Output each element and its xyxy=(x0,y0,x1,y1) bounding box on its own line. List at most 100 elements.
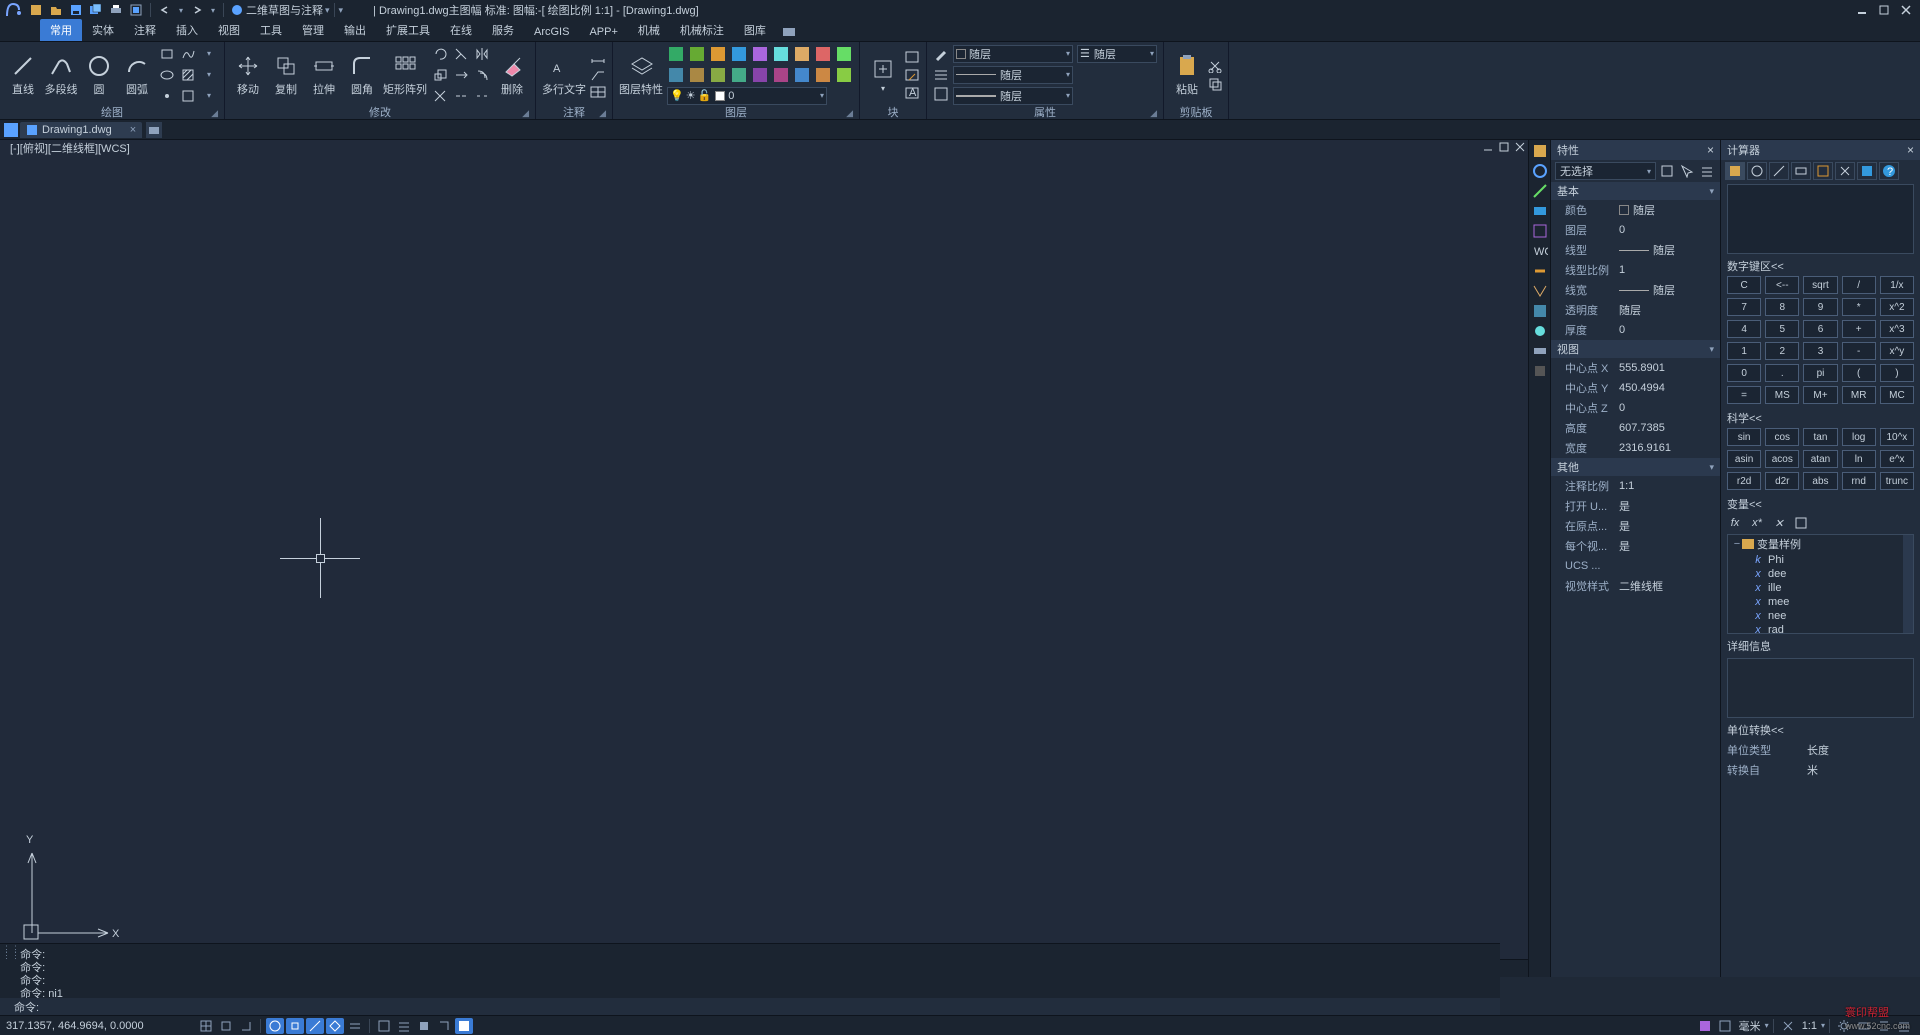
calc-key[interactable]: cos xyxy=(1765,428,1799,446)
maximize-button[interactable] xyxy=(1874,2,1894,18)
quick-select-icon[interactable] xyxy=(1678,162,1696,180)
calc-mode-icon[interactable] xyxy=(1725,162,1745,180)
property-row[interactable]: 图层0 xyxy=(1551,220,1720,240)
layer-tool-icon[interactable] xyxy=(688,66,706,84)
dd-icon[interactable]: ▾ xyxy=(200,66,218,84)
model-space-icon[interactable] xyxy=(1696,1018,1714,1034)
cut-icon[interactable] xyxy=(1208,59,1222,73)
leader-icon[interactable] xyxy=(590,68,606,82)
property-row[interactable]: 中心点 X555.8901 xyxy=(1551,358,1720,378)
selection-dropdown[interactable]: 无选择▾ xyxy=(1555,162,1656,180)
expand-icon[interactable]: ◢ xyxy=(522,108,529,119)
grid-icon[interactable] xyxy=(197,1018,215,1034)
vp-close-icon[interactable] xyxy=(1514,142,1528,154)
property-row[interactable]: 线型随层 xyxy=(1551,240,1720,260)
calc-key[interactable]: r2d xyxy=(1727,472,1761,490)
status-icon[interactable] xyxy=(395,1018,413,1034)
calc-key[interactable]: = xyxy=(1727,386,1761,404)
linetype-selector[interactable]: 随层▾ xyxy=(953,66,1073,84)
calc-key[interactable]: tan xyxy=(1803,428,1837,446)
calc-mode-icon[interactable] xyxy=(1791,162,1811,180)
redo-icon[interactable] xyxy=(189,2,205,18)
tab-annotate[interactable]: 注释 xyxy=(124,19,166,41)
tree-leaf[interactable]: xille xyxy=(1728,581,1913,595)
property-row[interactable]: 中心点 Y450.4994 xyxy=(1551,378,1720,398)
var-tool-icon[interactable]: x* xyxy=(1749,515,1765,531)
extend-icon[interactable] xyxy=(452,66,470,84)
unit-row[interactable]: 转换自米 xyxy=(1721,760,1920,780)
var-tool-icon[interactable]: fx xyxy=(1727,515,1743,531)
calc-key[interactable]: 4 xyxy=(1727,320,1761,338)
palette-icon[interactable] xyxy=(1531,182,1549,200)
expand-icon[interactable]: ◢ xyxy=(1150,108,1157,119)
property-row[interactable]: 在原点...是 xyxy=(1551,516,1720,536)
calc-mode-icon[interactable] xyxy=(1857,162,1877,180)
tab-extra-icon[interactable] xyxy=(776,23,802,41)
status-icon[interactable] xyxy=(435,1018,453,1034)
paste-button[interactable]: 粘贴 xyxy=(1170,53,1204,97)
saveall-icon[interactable] xyxy=(88,2,104,18)
grip-icon[interactable]: ⋮⋮⋮⋮ xyxy=(2,946,10,958)
calc-key[interactable]: trunc xyxy=(1880,472,1914,490)
tab-home[interactable]: 常用 xyxy=(40,19,82,41)
calc-key[interactable]: ( xyxy=(1842,364,1876,382)
undo-icon[interactable] xyxy=(157,2,173,18)
lineweight-icon[interactable] xyxy=(346,1018,364,1034)
calc-key[interactable]: ln xyxy=(1842,450,1876,468)
toggle-icon[interactable] xyxy=(1698,162,1716,180)
tab-output[interactable]: 输出 xyxy=(334,19,376,41)
palette-icon[interactable] xyxy=(1531,202,1549,220)
layer-tool-icon[interactable] xyxy=(751,45,769,63)
calc-key[interactable]: MR xyxy=(1842,386,1876,404)
layer-tool-icon[interactable] xyxy=(793,45,811,63)
scrollbar[interactable] xyxy=(1903,535,1913,633)
new-tab-button[interactable] xyxy=(146,122,162,138)
tab-mechdim[interactable]: 机械标注 xyxy=(670,19,734,41)
qat-more-icon[interactable]: ▾ xyxy=(339,5,344,16)
status-units[interactable]: 毫米 xyxy=(1739,1018,1761,1034)
mirror-icon[interactable] xyxy=(473,45,491,63)
viewport-label[interactable]: [-][俯视][二维线框][WCS] xyxy=(10,140,130,156)
vp-min-icon[interactable] xyxy=(1482,142,1496,154)
tab-app[interactable]: APP+ xyxy=(579,23,627,41)
palette-icon[interactable] xyxy=(1531,302,1549,320)
layer-selector[interactable]: 💡 ☀ 🔓 0 ▾ xyxy=(667,87,827,105)
tab-ext[interactable]: 扩展工具 xyxy=(376,19,440,41)
status-icon[interactable] xyxy=(1855,1018,1873,1034)
palette-icon[interactable] xyxy=(1531,142,1549,160)
attr-block-icon[interactable]: A xyxy=(904,86,920,100)
calc-key[interactable]: 2 xyxy=(1765,342,1799,360)
polar-icon[interactable] xyxy=(266,1018,284,1034)
property-row[interactable]: 注释比例1:1 xyxy=(1551,476,1720,496)
trim-icon[interactable] xyxy=(452,45,470,63)
calc-key[interactable]: 10^x xyxy=(1880,428,1914,446)
document-tab[interactable]: Drawing1.dwg × xyxy=(20,122,142,138)
command-line[interactable]: 命令: xyxy=(0,998,1500,1016)
tab-manage[interactable]: 管理 xyxy=(292,19,334,41)
props-pal-icon[interactable] xyxy=(933,86,949,102)
var-tool-icon[interactable] xyxy=(1793,515,1809,531)
pim-icon[interactable] xyxy=(1658,162,1676,180)
erase-button[interactable]: 删除 xyxy=(495,53,529,97)
ortho-icon[interactable] xyxy=(237,1018,255,1034)
arc-button[interactable]: 圆弧 xyxy=(120,53,154,97)
layer-tool-icon[interactable] xyxy=(793,66,811,84)
command-input[interactable] xyxy=(39,1000,1500,1015)
layer-tool-icon[interactable] xyxy=(730,66,748,84)
palette-icon[interactable]: WCS xyxy=(1531,242,1549,260)
layer-props-button[interactable]: 图层特性 xyxy=(619,53,663,97)
calc-key[interactable]: asin xyxy=(1727,450,1761,468)
calc-key[interactable]: . xyxy=(1765,364,1799,382)
props-section-header[interactable]: 基本▾ xyxy=(1551,182,1720,200)
calc-key[interactable]: 3 xyxy=(1803,342,1837,360)
array-button[interactable]: 矩形阵列 xyxy=(383,53,427,97)
tree-leaf[interactable]: xmee xyxy=(1728,595,1913,609)
calc-key[interactable]: d2r xyxy=(1765,472,1799,490)
layer-tool-icon[interactable] xyxy=(772,66,790,84)
calc-key[interactable]: abs xyxy=(1803,472,1837,490)
tab-insert[interactable]: 插入 xyxy=(166,19,208,41)
panel-close-icon[interactable]: × xyxy=(1707,143,1714,157)
calc-key[interactable]: 7 xyxy=(1727,298,1761,316)
calc-key[interactable]: sqrt xyxy=(1803,276,1837,294)
layer-tool-icon[interactable] xyxy=(667,66,685,84)
